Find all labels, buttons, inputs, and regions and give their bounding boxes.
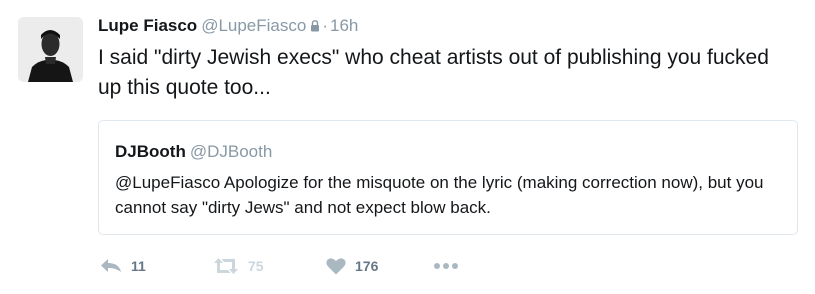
author-handle[interactable]: @LupeFiasco [201, 16, 306, 35]
author-name[interactable]: Lupe Fiasco [98, 16, 197, 35]
avatar-photo [18, 17, 83, 82]
tweet: Lupe Fiasco @LupeFiasco · 16h I said "dirt… [0, 0, 815, 294]
quoted-author-handle: @DJBooth [189, 142, 273, 161]
retweet-count: 75 [248, 258, 264, 274]
reply-button[interactable]: 11 [100, 254, 146, 278]
like-count: 176 [355, 258, 379, 274]
tweet-content: Lupe Fiasco @LupeFiasco · 16h I said "dirt… [98, 14, 800, 103]
avatar[interactable] [18, 17, 83, 82]
reply-count: 11 [131, 258, 146, 274]
tweet-timestamp[interactable]: 16h [330, 16, 358, 35]
quoted-author-name: DJBooth [115, 142, 186, 161]
retweet-button[interactable]: 75 [213, 254, 264, 278]
header-separator: · [322, 16, 329, 35]
more-icon [434, 263, 458, 269]
retweet-icon [214, 258, 238, 274]
heart-icon [326, 258, 346, 275]
quoted-tweet-header: DJBooth @DJBooth [115, 141, 781, 163]
more-button[interactable] [433, 254, 459, 278]
lock-icon [311, 20, 320, 32]
tweet-text: I said "dirty Jewish execs" who cheat ar… [98, 46, 769, 99]
quoted-tweet-text: @LupeFiasco Apologize for the misquote o… [115, 173, 764, 217]
reply-icon [101, 259, 121, 272]
tweet-actions: 11 75 176 [100, 254, 520, 278]
like-button[interactable]: 176 [326, 254, 378, 278]
tweet-header: Lupe Fiasco @LupeFiasco · 16h [98, 14, 800, 38]
quoted-tweet[interactable]: DJBooth @DJBooth @LupeFiasco Apologize fo… [98, 120, 798, 235]
